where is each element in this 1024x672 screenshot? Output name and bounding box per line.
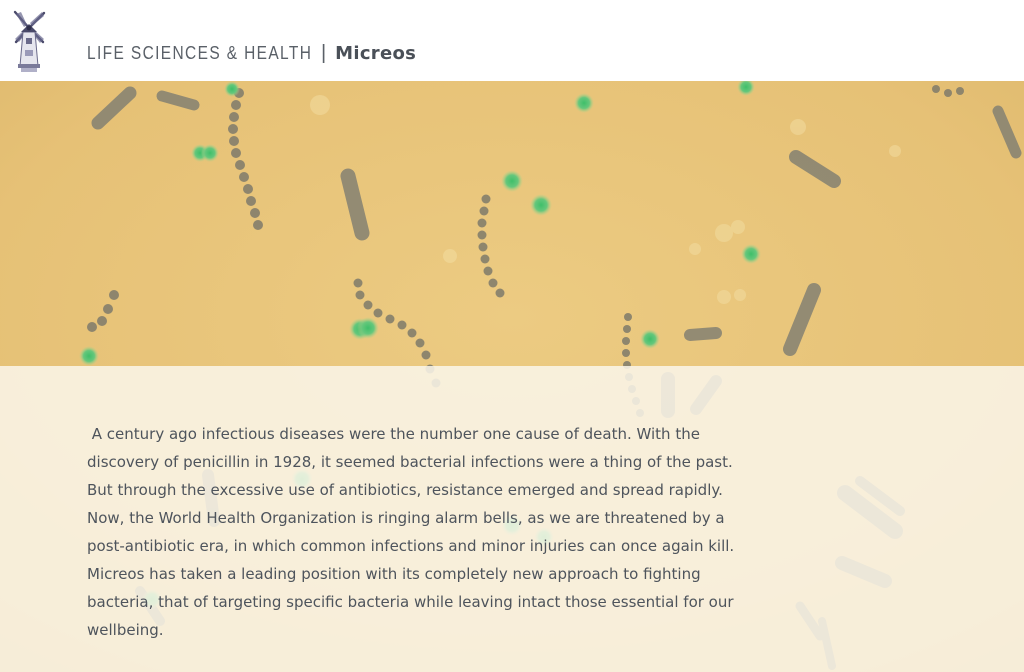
page: LIFE SCIENCES & HEALTH | Micreos A centu… [0, 0, 1024, 672]
intro-line: wellbeing. [87, 621, 164, 639]
intro-line: A century ago infectious diseases were t… [87, 425, 700, 443]
intro-line: discovery of penicillin in 1928, it seem… [87, 453, 733, 471]
intro-line: post-antibiotic era, in which common inf… [87, 537, 735, 555]
intro-line: But through the excessive use of antibio… [87, 481, 723, 499]
company-name[interactable]: Micreos [335, 43, 416, 64]
intro-paragraph: A century ago infectious diseases were t… [87, 420, 752, 644]
section-title[interactable]: LIFE SCIENCES & HEALTH [87, 43, 312, 64]
brand-title: LIFE SCIENCES & HEALTH | Micreos [87, 42, 416, 65]
intro-line: Now, the World Health Organization is ri… [87, 509, 725, 527]
intro-line: bacteria, that of targeting specific bac… [87, 593, 734, 611]
site-header: LIFE SCIENCES & HEALTH | Micreos [0, 0, 1024, 81]
intro-line: Micreos has taken a leading position wit… [87, 565, 701, 583]
title-separator: | [320, 42, 327, 64]
windmill-icon[interactable] [12, 8, 48, 74]
